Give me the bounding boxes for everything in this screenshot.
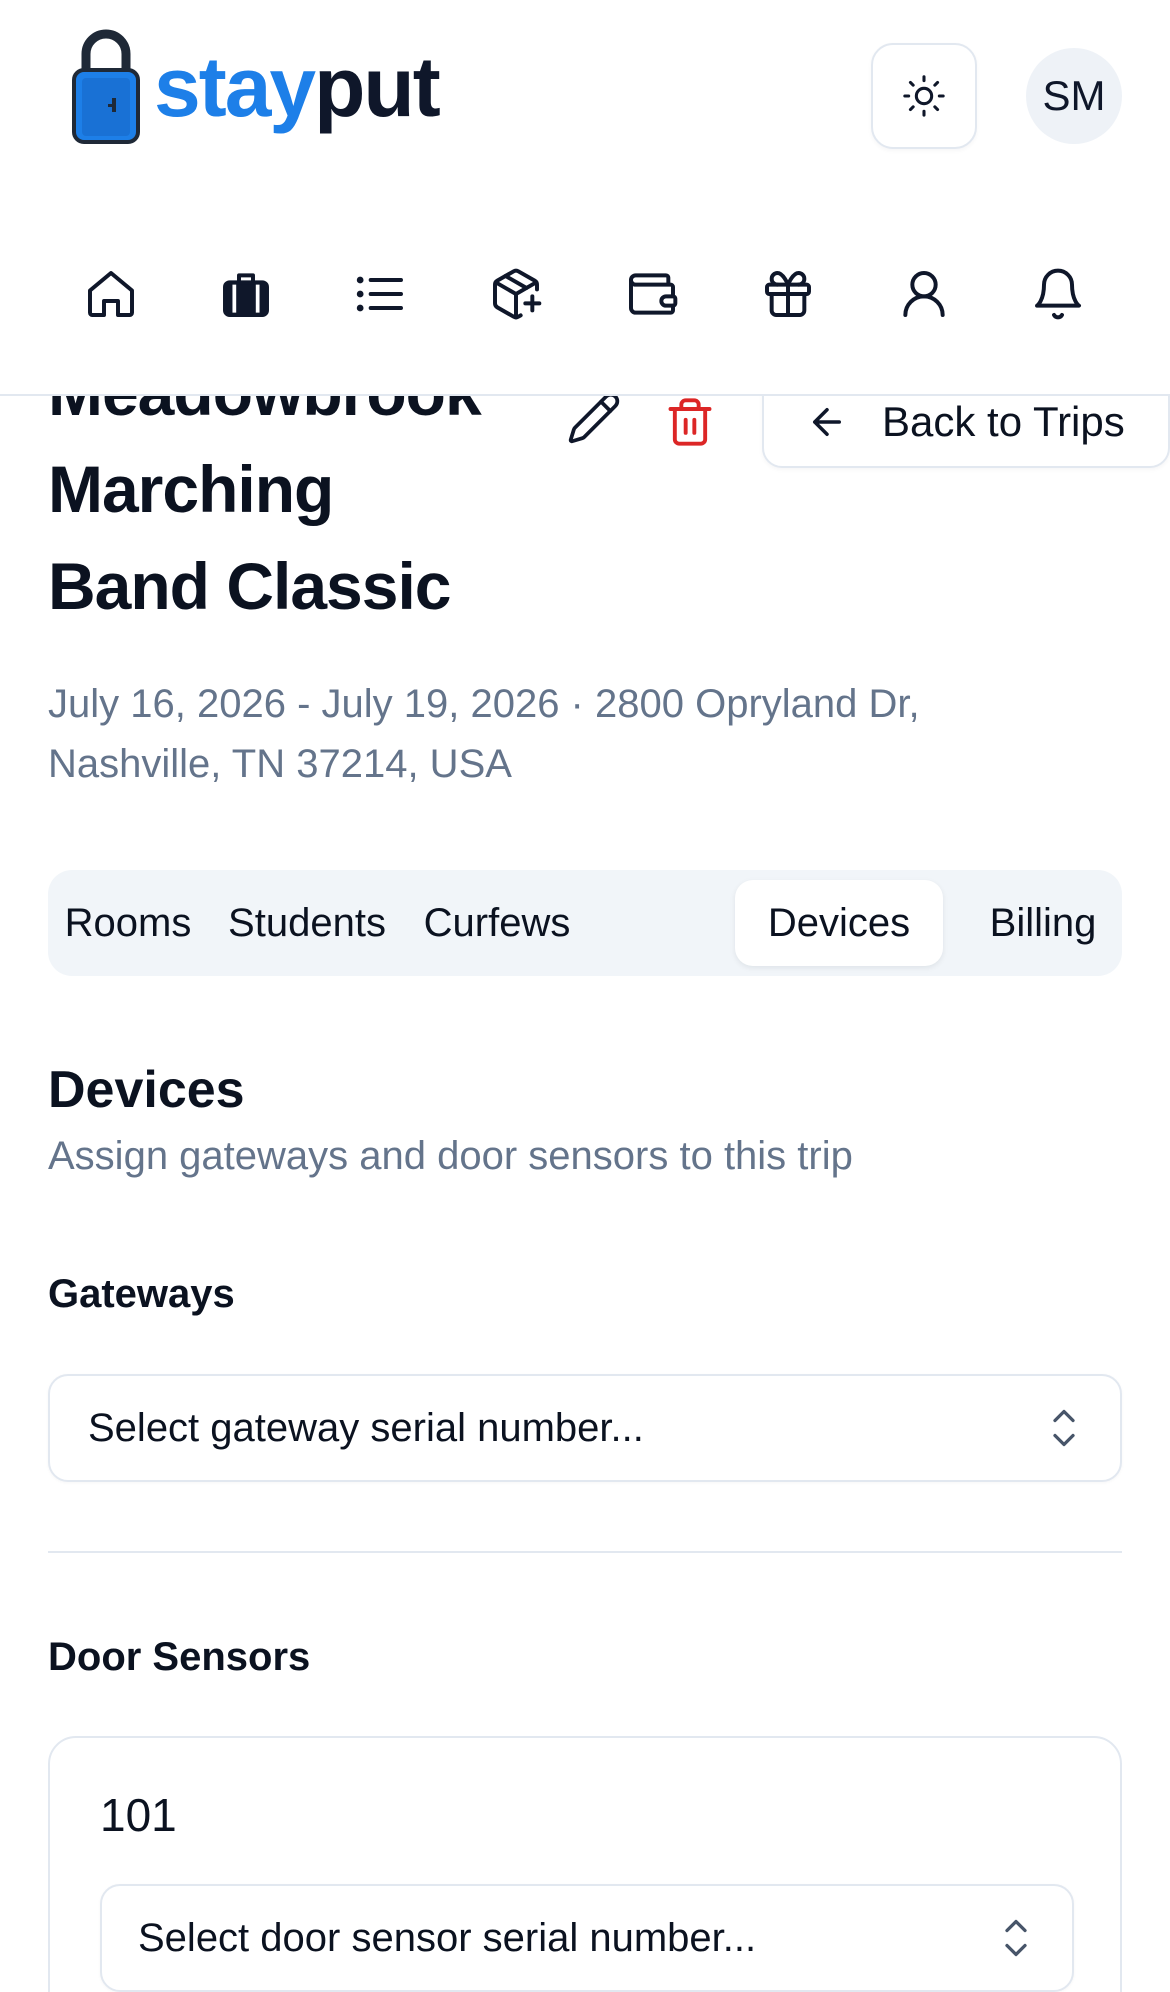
room-number: 101 (100, 1789, 177, 1841)
back-to-trips-button[interactable]: Back to Trips (762, 396, 1170, 468)
gift-icon (765, 271, 811, 317)
tab-devices[interactable]: Devices (735, 880, 943, 966)
gateway-select-placeholder: Select gateway serial number... (88, 1405, 644, 1450)
chevrons-up-down-icon (1053, 1409, 1075, 1447)
wallet-icon (629, 273, 678, 315)
package-plus-icon (493, 268, 542, 320)
section-divider (48, 1551, 1122, 1553)
door-sensor-select-placeholder: Select door sensor serial number... (138, 1915, 757, 1960)
nav-wallet[interactable] (622, 264, 682, 324)
brand-name-stay: stay (154, 40, 316, 134)
brand-name: stayput (154, 45, 441, 129)
user-icon (903, 271, 945, 317)
devices-heading: Devices (48, 1061, 245, 1119)
back-to-trips-label: Back to Trips (882, 398, 1125, 445)
nav-list[interactable] (350, 264, 410, 324)
delete-trip-trash-icon[interactable] (664, 396, 716, 450)
door-sensor-card: 101 Select door sensor serial number... (48, 1736, 1122, 1992)
trip-tabs: Rooms Students Curfews Devices Billing (48, 870, 1122, 976)
avatar[interactable]: SM (1026, 48, 1122, 144)
trip-title-line-3: Band Classic (48, 549, 452, 623)
nav-gifts[interactable] (758, 264, 818, 324)
nav-profile[interactable] (894, 264, 954, 324)
trip-detail-content: Meadowbrook Marching Band Classic Back t… (0, 396, 1170, 1992)
trip-title-line-1: Meadowbrook (48, 396, 568, 441)
luggage-icon (223, 273, 269, 317)
lock-logo-icon (72, 29, 140, 144)
app-header: stayput SM (0, 0, 1170, 396)
tab-billing[interactable]: Billing (960, 880, 1126, 966)
nav-home[interactable] (81, 264, 141, 324)
staypu-logo[interactable]: stayput (72, 24, 441, 144)
gateway-select[interactable]: Select gateway serial number... (48, 1374, 1122, 1482)
door-sensor-select[interactable]: Select door sensor serial number... (100, 1884, 1074, 1992)
gateways-label: Gateways (48, 1272, 235, 1316)
trip-address-city: Nashville, TN 37214, USA (48, 742, 512, 786)
nav-trips[interactable] (216, 264, 276, 324)
tab-curfews[interactable]: Curfews (408, 880, 586, 966)
nav-notifications[interactable] (1028, 264, 1088, 324)
chevrons-up-down-icon (1005, 1919, 1027, 1957)
sun-icon (903, 75, 945, 117)
door-sensors-label: Door Sensors (48, 1635, 311, 1679)
trip-title-line-2: Marching (48, 452, 334, 526)
home-icon (88, 271, 134, 317)
list-icon (356, 276, 403, 312)
theme-toggle-button[interactable] (871, 43, 977, 149)
trip-dates-address: July 16, 2026 - July 19, 2026 · 2800 Opr… (48, 682, 920, 726)
tab-rooms[interactable]: Rooms (58, 880, 198, 966)
nav-packages[interactable] (486, 264, 546, 324)
edit-trip-pencil-icon[interactable] (566, 396, 622, 446)
trip-meta: July 16, 2026 - July 19, 2026 · 2800 Opr… (48, 674, 1088, 794)
arrow-left-icon (813, 408, 841, 436)
bell-icon (1035, 268, 1081, 320)
tab-students[interactable]: Students (212, 880, 402, 966)
main-nav (0, 244, 1170, 344)
devices-subtitle: Assign gateways and door sensors to this… (48, 1134, 853, 1178)
brand-name-put: put (314, 40, 441, 134)
trip-title: Meadowbrook Marching Band Classic (48, 396, 568, 635)
